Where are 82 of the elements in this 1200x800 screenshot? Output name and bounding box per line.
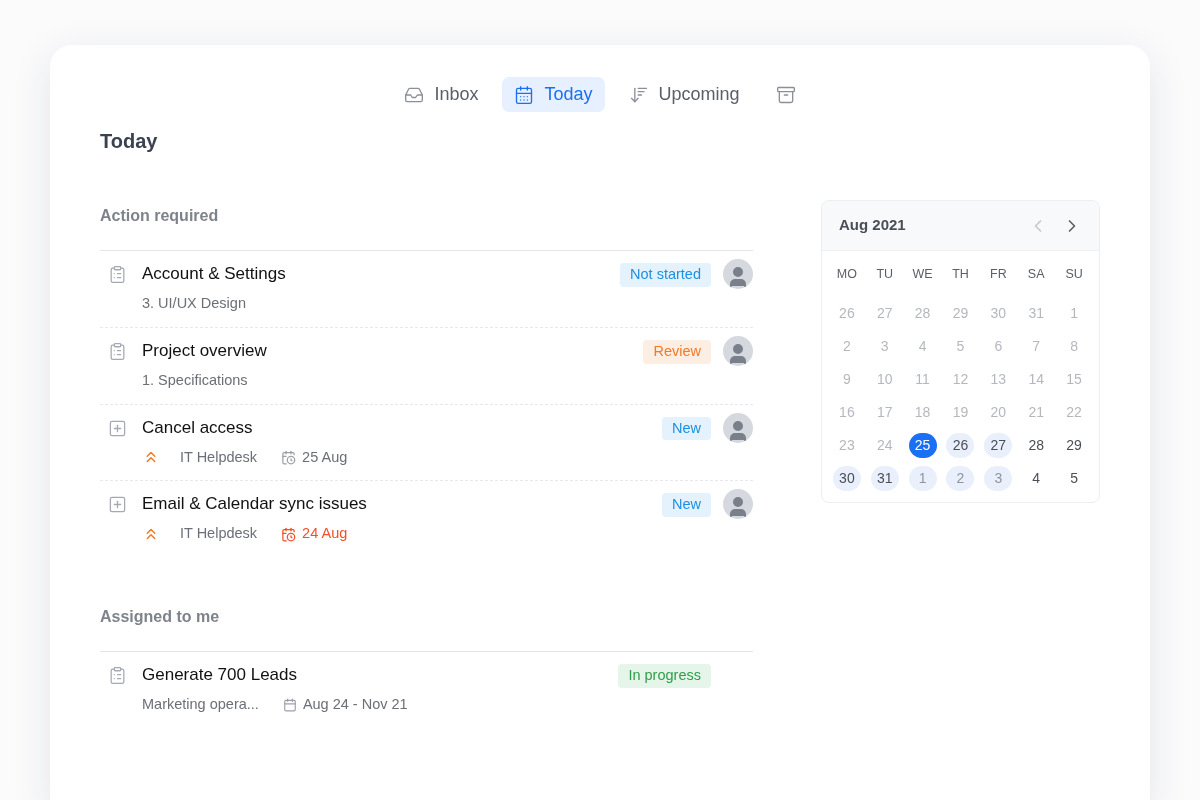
status-badge: In progress [618, 664, 711, 688]
archive-box-icon [775, 84, 796, 105]
calendar-day[interactable]: 16 [832, 400, 861, 425]
task-subtitle: 1. Specifications [142, 370, 248, 390]
status-badge: New [661, 493, 711, 517]
calendar-day[interactable]: 29 [1060, 433, 1089, 458]
calendar-day[interactable]: 9 [832, 367, 861, 392]
plus-square-icon [108, 495, 127, 515]
weekday-label: FR [989, 266, 1008, 283]
task-title[interactable]: Cancel access [142, 416, 662, 439]
weekday-label: TU [875, 266, 895, 283]
calendar-day[interactable]: 11 [908, 367, 937, 392]
calendar-icon [514, 84, 535, 105]
calendar-day[interactable]: 1 [1060, 301, 1089, 326]
calendar-day[interactable]: 18 [908, 400, 937, 425]
calendar-day[interactable]: 27 [870, 301, 899, 326]
calendar-day[interactable]: 10 [870, 367, 899, 392]
clipboard-icon [108, 341, 127, 361]
calendar-month: Aug 2021 [839, 215, 906, 236]
task-title[interactable]: Email & Calendar sync issues [142, 493, 662, 516]
weekday-label: WE [911, 266, 934, 283]
calendar-day[interactable]: 23 [832, 433, 861, 458]
calendar-day[interactable]: 27 [984, 433, 1013, 458]
clipboard-icon [108, 666, 127, 685]
due-date: 24 Aug [302, 524, 348, 544]
calendar-day[interactable]: 6 [984, 334, 1013, 359]
calendar-day[interactable]: 4 [1022, 466, 1051, 491]
calendar-day[interactable]: 26 [946, 433, 975, 458]
calendar-day[interactable]: 5 [946, 334, 975, 359]
calendar-day[interactable]: 29 [946, 301, 975, 326]
calendar-day[interactable]: 22 [1060, 400, 1089, 425]
calendar-day[interactable]: 28 [1022, 433, 1051, 458]
status-badge: Review [643, 339, 711, 364]
weekday-label: SU [1064, 266, 1084, 283]
calendar-day[interactable]: 14 [1022, 367, 1051, 392]
calendar-day[interactable]: 31 [870, 466, 899, 491]
calendar-day[interactable]: 13 [984, 367, 1013, 392]
tab[interactable]: Upcoming [616, 77, 752, 112]
calendar-day[interactable]: 2 [946, 466, 975, 491]
section-heading: Action required [100, 204, 753, 251]
calendar-day[interactable]: 30 [832, 466, 861, 491]
task-subtitle: Marketing opera... [142, 695, 259, 714]
calendar-day[interactable]: 5 [1060, 466, 1089, 491]
tab[interactable]: Inbox [392, 77, 491, 112]
weekday-label: SA [1026, 266, 1046, 283]
tab[interactable]: Today [502, 77, 605, 112]
page-title: Today [100, 129, 159, 154]
status-badge: New [661, 416, 711, 441]
calendar-day[interactable]: 7 [1022, 334, 1051, 359]
task-subtitle: IT Helpdesk [180, 524, 258, 544]
calendar-day[interactable]: 1 [908, 466, 937, 491]
calendar-day[interactable]: 17 [870, 400, 899, 425]
status-badge: Not started [620, 263, 711, 287]
calendar-day[interactable]: 4 [908, 334, 937, 359]
calendar-day[interactable]: 19 [946, 400, 975, 425]
calendar-day[interactable]: 8 [1060, 334, 1089, 359]
calendar-day[interactable]: 31 [1022, 301, 1051, 326]
calendar-day[interactable]: 3 [870, 334, 899, 359]
plus-square-icon [108, 418, 127, 438]
calendar-day[interactable]: 30 [984, 301, 1013, 326]
calendar-day[interactable]: 20 [984, 400, 1013, 425]
calendar-day[interactable]: 12 [946, 367, 975, 392]
calendar-day[interactable]: 28 [908, 301, 937, 326]
task-title[interactable]: Account & Settings [142, 263, 621, 285]
task-subtitle: 3. UI/UX Design [142, 294, 246, 313]
task-title[interactable]: Generate 700 Leads [142, 664, 619, 686]
calendar-day[interactable]: 26 [832, 301, 861, 326]
task-title[interactable]: Project overview [142, 339, 644, 362]
weekday-label: TH [951, 266, 970, 283]
calendar-day[interactable]: 21 [1022, 400, 1051, 425]
calendar-day[interactable]: 24 [870, 433, 899, 458]
calendar-day[interactable]: 2 [832, 334, 861, 359]
calendar-icon [282, 697, 297, 712]
date-range: Aug 24 - Nov 21 [302, 695, 408, 714]
section-heading: Assigned to me [100, 605, 753, 652]
calendar-day[interactable]: 3 [984, 466, 1013, 491]
task-subtitle: IT Helpdesk [180, 447, 258, 467]
calendar-day[interactable]: 15 [1060, 367, 1089, 392]
due-date: 25 Aug [302, 447, 348, 467]
calendar-day[interactable]: 25 [908, 433, 937, 458]
weekday-label: MO [835, 266, 858, 283]
clipboard-icon [108, 265, 127, 284]
